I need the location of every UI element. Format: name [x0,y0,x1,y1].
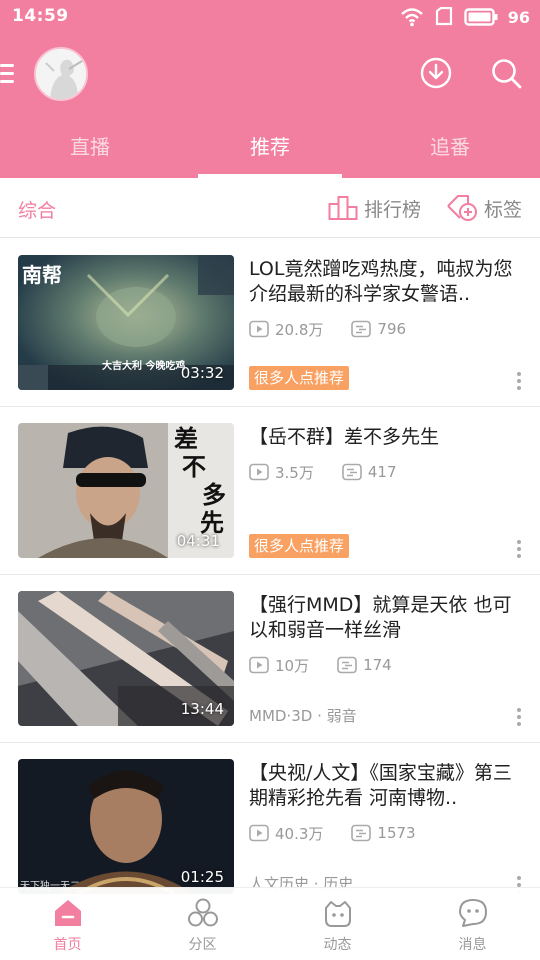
play-count-icon [249,463,269,481]
danmaku-count: 417 [367,463,397,481]
video-stats: 10万 174 [249,655,392,675]
filter-comprehensive[interactable]: 综合 [18,196,56,223]
filter-bar: 综合 排行榜 标签 [0,178,540,238]
video-thumbnail[interactable]: 天下独一无二 01:25 [18,759,234,894]
danmaku-count: 174 [363,656,392,674]
thumbnail-caption: 大吉大利 今晚吃鸡 [102,361,186,372]
video-card-2[interactable]: 差 不 多 先 04:31 【岳不群】差不多先生 3.5万 417 很多人点推荐 [0,407,540,575]
search-icon[interactable] [489,56,523,90]
recommend-badge: 很多人点推荐 [249,534,350,558]
ranking-button[interactable]: 排行榜 [328,194,421,222]
danmaku-icon [337,656,357,674]
overlay-char: 多 [202,481,226,509]
thumbnail-overlay-text: 差 不 多 先 [174,425,234,537]
play-count: 10万 [275,656,310,675]
nav-message-label: 消息 [458,937,487,953]
video-duration: 13:44 [180,700,224,718]
wifi-icon [400,8,423,27]
nav-category[interactable]: 分区 [135,888,270,960]
battery-percent: 96 [507,7,530,27]
video-title[interactable]: 【岳不群】差不多先生 [249,425,525,450]
danmaku-icon [351,320,372,338]
more-options-icon[interactable] [516,540,522,562]
nav-category-label: 分区 [188,937,217,953]
video-thumbnail[interactable]: 13:44 [18,591,234,726]
video-title[interactable]: 【央视/人文】《国家宝藏》第三期精彩抢先看 河南博物.. [249,761,525,811]
video-title[interactable]: 【强行MMD】就算是天依 也可以和弱音一样丝滑 [249,593,525,643]
video-stats: 3.5万 417 [249,462,397,482]
nav-dynamic-label: 动态 [323,937,352,953]
tab-live[interactable]: 直播 [0,126,180,178]
video-title[interactable]: LOL竟然蹭吃鸡热度，吨叔为您介绍最新的科学家女警语.. [249,257,525,307]
sim-card-icon [435,7,452,26]
nav-message[interactable]: 消息 [405,888,540,960]
tab-bangumi[interactable]: 追番 [360,126,540,178]
tag-icon [447,195,477,221]
play-count: 40.3万 [275,824,324,843]
video-duration: 04:31 [176,532,220,550]
menu-icon[interactable] [0,64,14,86]
app-header: 14:59 96 直播 推荐 追番 [0,0,540,178]
more-options-icon[interactable] [516,372,522,394]
top-tabs: 直播 推荐 追番 [0,126,540,178]
status-bar: 14:59 96 [0,0,540,34]
more-options-icon[interactable] [516,708,522,730]
play-count: 20.8万 [275,320,324,339]
overlay-char: 差 [174,425,198,453]
download-icon[interactable] [419,56,453,90]
play-count-icon [249,824,269,842]
tab-recommend[interactable]: 推荐 [180,126,360,178]
dynamic-icon [324,901,351,927]
battery-icon [464,8,498,26]
bottom-nav: 首页 分区 动态 消息 [0,887,540,960]
danmaku-icon [351,824,372,842]
status-icons: 96 [400,6,530,28]
video-card-1[interactable]: 南帮 大吉大利 今晚吃鸡 03:32 LOL竟然蹭吃鸡热度，吨叔为您介绍最新的科… [0,239,540,407]
play-count-icon [249,656,269,674]
danmaku-count: 796 [377,320,407,338]
danmaku-icon [342,463,362,481]
video-duration: 01:25 [180,868,224,886]
video-stats: 40.3万 1573 [249,823,416,843]
recommend-badge: 很多人点推荐 [249,366,350,390]
overlay-char: 不 [182,453,206,481]
ranking-icon [328,196,358,220]
tags-label: 标签 [484,198,523,221]
nav-dynamic[interactable]: 动态 [270,888,405,960]
video-stats: 20.8万 796 [249,319,406,339]
video-card-4[interactable]: 天下独一无二 01:25 【央视/人文】《国家宝藏》第三期精彩抢先看 河南博物.… [0,743,540,911]
message-icon [458,899,487,927]
video-duration: 03:32 [180,364,224,382]
tags-button[interactable]: 标签 [446,194,522,222]
ranking-label: 排行榜 [364,198,422,221]
category-icon [187,898,218,927]
thumbnail-logo: 南帮 [22,263,62,287]
video-thumbnail[interactable]: 南帮 大吉大利 今晚吃鸡 03:32 [18,255,234,390]
nav-home-label: 首页 [53,937,82,953]
avatar-image [36,49,86,99]
video-card-3[interactable]: 13:44 【强行MMD】就算是天依 也可以和弱音一样丝滑 10万 174 MM… [0,575,540,743]
play-count: 3.5万 [275,463,314,482]
home-icon [54,900,81,926]
video-category[interactable]: MMD·3D · 弱音 [249,705,357,726]
video-thumbnail[interactable]: 差 不 多 先 04:31 [18,423,234,558]
status-time: 14:59 [12,6,69,26]
danmaku-count: 1573 [377,824,416,842]
play-count-icon [249,320,269,338]
nav-home[interactable]: 首页 [0,888,135,960]
avatar[interactable] [34,47,88,101]
